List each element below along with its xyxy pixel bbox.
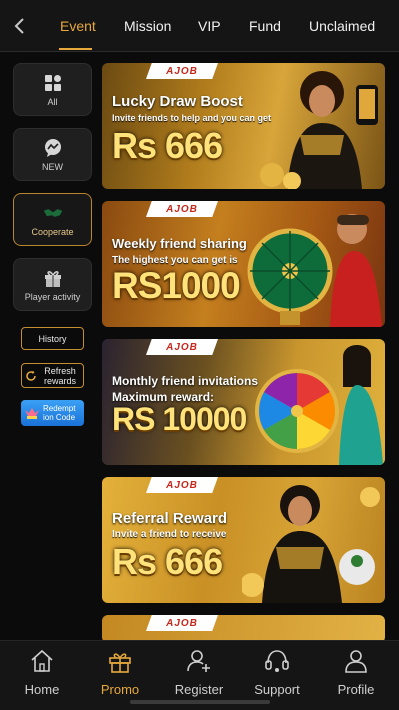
brand-logo: AJOB xyxy=(146,615,218,631)
banner-monthly-friend-invitations[interactable]: AJOB Monthly friend invitations Maximum … xyxy=(102,339,385,465)
nav-support-label: Support xyxy=(254,682,300,697)
refresh-rewards-button[interactable]: Refresh rewards xyxy=(21,363,84,388)
brand-logo: AJOB xyxy=(146,201,218,217)
tab-fund[interactable]: Fund xyxy=(249,18,281,34)
banner-weekly-friend-sharing[interactable]: AJOB Weekly friend sharing The highest y… xyxy=(102,201,385,327)
banner-amount: Rs 666 xyxy=(112,541,223,582)
nav-register-label: Register xyxy=(174,682,224,697)
category-new-label: NEW xyxy=(42,161,63,172)
back-chevron-icon[interactable] xyxy=(8,12,32,40)
nav-promo[interactable]: Promo xyxy=(85,649,155,697)
brand-logo: AJOB xyxy=(146,477,218,493)
banner-title: Lucky Draw Boost xyxy=(112,93,243,110)
nav-register[interactable]: Register xyxy=(164,649,234,697)
nav-home-label: Home xyxy=(24,682,60,697)
history-button[interactable]: History xyxy=(21,327,84,350)
category-cooperate[interactable]: Cooperate xyxy=(13,193,92,246)
redemption-code-label: Redempt ion Code xyxy=(43,404,76,422)
active-tab-indicator xyxy=(59,48,92,50)
banner-title: Weekly friend sharing xyxy=(112,236,247,251)
brand-logo: AJOB xyxy=(146,63,218,79)
banner-amount: RS1000 xyxy=(112,265,241,306)
top-tab-bar: Event Mission VIP Fund Unclaimed xyxy=(0,0,399,52)
banner-amount: Rs 666 xyxy=(112,125,223,166)
add-user-icon xyxy=(186,649,212,678)
nav-promo-label: Promo xyxy=(100,682,140,697)
banner-title: Referral Reward xyxy=(112,510,228,527)
chat-icon xyxy=(43,138,63,158)
banner-subtitle: Invite a friend to receive xyxy=(112,529,227,540)
banner-referral-reward[interactable]: AJOB Referral Reward Invite a friend to … xyxy=(102,477,385,603)
banner-subtitle: Invite friends to help and you can get xyxy=(112,113,272,123)
tab-unclaimed[interactable]: Unclaimed xyxy=(309,18,375,34)
banner-lucky-draw-boost[interactable]: AJOB Lucky Draw Boost Invite friends to … xyxy=(102,63,385,189)
category-all[interactable]: All xyxy=(13,63,92,116)
home-indicator xyxy=(130,700,270,704)
nav-profile-label: Profile xyxy=(337,682,375,697)
gift-box-icon xyxy=(107,649,133,678)
nav-support[interactable]: Support xyxy=(242,649,312,697)
refresh-rewards-label: Refresh rewards xyxy=(43,365,76,386)
category-cooperate-label: Cooperate xyxy=(31,226,74,237)
nav-profile[interactable]: Profile xyxy=(321,649,391,697)
headset-icon xyxy=(264,649,290,678)
referral-woman-illustration xyxy=(242,485,380,603)
home-icon xyxy=(29,649,55,678)
prize-wheel-illustration xyxy=(247,214,382,327)
gift-icon xyxy=(43,268,63,288)
user-icon xyxy=(343,649,369,678)
handshake-icon xyxy=(43,203,63,223)
refresh-icon xyxy=(25,370,37,382)
nav-home[interactable]: Home xyxy=(7,649,77,697)
redemption-code-button[interactable]: Redempt ion Code xyxy=(21,400,84,426)
tab-event[interactable]: Event xyxy=(60,18,96,34)
tab-mission[interactable]: Mission xyxy=(124,18,171,34)
category-new[interactable]: NEW xyxy=(13,128,92,181)
category-all-label: All xyxy=(47,96,58,107)
promo-woman-illustration xyxy=(260,71,378,189)
crown-icon xyxy=(24,406,40,420)
category-sidebar: All NEW Cooperate Player activity Histor… xyxy=(0,52,100,640)
category-player-activity-label: Player activity xyxy=(24,291,81,302)
tab-vip[interactable]: VIP xyxy=(198,18,221,34)
category-player-activity[interactable]: Player activity xyxy=(13,258,92,311)
brand-logo: AJOB xyxy=(146,339,218,355)
grid-icon xyxy=(43,73,63,93)
color-wheel-illustration xyxy=(255,345,383,465)
banner-amount: RS 10000 xyxy=(112,401,247,437)
banner-partial[interactable]: AJOB xyxy=(102,615,385,643)
banner-title: Monthly friend invitations xyxy=(112,374,258,388)
